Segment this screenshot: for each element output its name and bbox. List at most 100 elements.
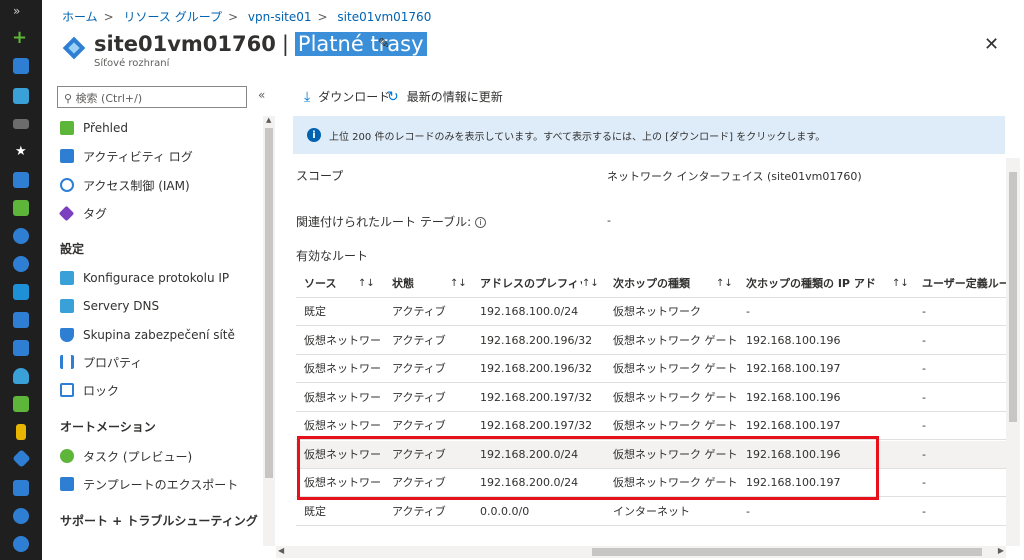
content-horizontal-scrollbar[interactable]: ◀ ▶	[276, 546, 1006, 558]
column-header-next-hop-type[interactable]: 次ホップの種類	[605, 270, 705, 298]
sidebar-item-label: Servery DNS	[83, 299, 160, 313]
lock-icon	[60, 383, 74, 397]
horizontal-scrollbar-thumb[interactable]	[592, 548, 982, 556]
key-vault-icon[interactable]	[16, 424, 26, 440]
cell-source: 既定	[304, 504, 326, 518]
cell-next-hop-ip: 192.168.100.197	[746, 362, 841, 375]
column-header-source[interactable]: ソース	[296, 270, 356, 298]
dashboard-icon[interactable]	[13, 88, 29, 104]
section-automation: オートメーション	[60, 420, 156, 434]
content-vertical-scrollbar[interactable]	[1006, 158, 1020, 546]
table-row[interactable]: 既定 アクティブ 192.168.100.0/24 仮想ネットワーク - -	[296, 298, 1008, 326]
scroll-right-icon[interactable]: ▶	[998, 546, 1004, 555]
search-placeholder: 検索 (Ctrl+/)	[75, 92, 143, 105]
cell-next-hop-ip: 192.168.100.196	[746, 390, 841, 404]
breadcrumb-home[interactable]: ホーム	[62, 10, 98, 24]
sort-icon[interactable]: ↑↓	[716, 270, 733, 298]
sidebar-item-label: テンプレートのエクスポート	[83, 477, 239, 492]
breadcrumb-resource-group[interactable]: vpn-site01	[248, 10, 312, 24]
sidebar-item-dns[interactable]: Servery DNS	[60, 296, 159, 316]
monitor-icon[interactable]	[13, 480, 29, 496]
expand-rail-icon[interactable]: »	[13, 4, 20, 18]
sort-icon[interactable]: ↑↓	[358, 270, 375, 298]
sidebar-item-label: Skupina zabezpečení sítě	[83, 328, 235, 342]
cell-udr: -	[922, 447, 926, 461]
breadcrumb-separator-icon: >	[228, 10, 239, 24]
sidebar-item-tags[interactable]: タグ	[58, 203, 107, 223]
cell-state: アクティブ	[392, 305, 446, 318]
tag-icon	[58, 205, 75, 221]
all-resources-icon[interactable]	[13, 200, 29, 216]
sort-icon[interactable]: ↑↓	[450, 270, 467, 298]
route-table-label-text: 関連付けられたルート テーブル:	[296, 215, 472, 229]
scroll-up-icon[interactable]: ▲	[266, 116, 271, 124]
table-row[interactable]: 既定 アクティブ 0.0.0.0/0 インターネット - -	[296, 498, 1008, 526]
cell-source: 既定	[304, 305, 326, 318]
table-row[interactable]: 仮想ネットワー... アクティブ 192.168.200.196/32 仮想ネットワー…	[296, 355, 1008, 383]
sidebar-item-tasks[interactable]: タスク (プレビュー)	[60, 446, 192, 466]
cell-next-hop-type: 仮想ネットワーク ゲートウ...	[613, 333, 737, 347]
sidebar-item-properties[interactable]: プロパティ	[60, 352, 142, 372]
breadcrumb-separator-icon: >	[103, 10, 114, 24]
sort-icon[interactable]: ↑↓	[892, 270, 909, 298]
help-support-icon[interactable]	[13, 536, 29, 552]
sort-icon[interactable]: ↑↓	[582, 270, 599, 298]
refresh-label: 最新の情報に更新	[406, 90, 503, 104]
cell-address-prefix: 192.168.100.0/24	[480, 305, 579, 318]
content-scrollbar-thumb[interactable]	[1009, 172, 1017, 422]
activity-log-icon	[60, 149, 74, 163]
sidebar-item-locks[interactable]: ロック	[60, 380, 119, 400]
effective-routes-title: 有効なルート	[296, 249, 369, 263]
pin-icon[interactable]: ✎	[378, 36, 390, 52]
iam-icon	[60, 178, 74, 192]
table-row[interactable]: 仮想ネットワー... アクティブ 192.168.200.197/32 仮想ネットワー…	[296, 384, 1008, 412]
all-services-icon[interactable]	[13, 119, 29, 129]
resource-groups-icon[interactable]	[13, 172, 29, 188]
menu-scrollbar-thumb[interactable]	[265, 128, 273, 478]
collapse-menu-icon[interactable]: «	[258, 88, 265, 102]
breadcrumb-separator-icon: >	[317, 10, 328, 24]
table-row[interactable]: 仮想ネットワー... アクティブ 192.168.200.196/32 仮想ネットワー…	[296, 327, 1008, 355]
menu-search-input[interactable]: ⚲ 検索 (Ctrl+/)	[57, 86, 247, 108]
column-header-address-prefix[interactable]: アドレスのプレフィック...	[472, 270, 582, 298]
column-header-udr[interactable]: ユーザー定義ルート...	[914, 270, 1008, 298]
route-table-value: -	[607, 214, 611, 227]
breadcrumb-resource-groups[interactable]: リソース グループ	[124, 10, 223, 24]
cloud-services-icon[interactable]	[13, 368, 29, 384]
refresh-button[interactable]: ↻ 最新の情報に更新	[387, 88, 503, 105]
sidebar-item-iam[interactable]: アクセス制御 (IAM)	[60, 175, 190, 195]
security-center-icon[interactable]	[13, 396, 29, 412]
cell-udr: -	[922, 476, 926, 489]
create-resource-icon[interactable]: +	[12, 27, 27, 48]
virtual-machines-icon[interactable]	[13, 312, 29, 328]
search-icon: ⚲	[64, 92, 76, 105]
sidebar-item-export-template[interactable]: テンプレートのエクスポート	[60, 474, 238, 494]
home-icon[interactable]	[13, 58, 29, 74]
sql-database-icon[interactable]	[13, 340, 29, 356]
cell-next-hop-ip: 192.168.100.196	[746, 333, 841, 347]
sidebar-item-overview[interactable]: Přehled	[60, 118, 128, 138]
cell-next-hop-type: 仮想ネットワーク	[613, 305, 701, 318]
portal-frame: » + ★ ホーム > リソース グループ > vpn-site01 > site01…	[0, 0, 1024, 560]
close-icon[interactable]: ✕	[984, 34, 999, 55]
column-header-state[interactable]: 状態	[384, 270, 444, 298]
advisor-icon[interactable]	[13, 508, 29, 524]
cell-next-hop-type: インターネット	[613, 504, 690, 518]
info-circle-icon[interactable]: i	[475, 217, 487, 228]
app-services-icon[interactable]	[13, 256, 29, 272]
column-header-next-hop-ip[interactable]: 次ホップの種類の IP アドレス	[738, 270, 878, 298]
sidebar-item-label: アクティビティ ログ	[83, 149, 193, 164]
favorites-star-icon[interactable]: ★	[15, 144, 31, 160]
function-app-icon[interactable]	[13, 284, 29, 300]
scroll-left-icon[interactable]: ◀	[278, 546, 284, 555]
sidebar-item-ip-config[interactable]: Konfigurace protokolu IP	[60, 268, 229, 288]
download-button[interactable]: ⤓ ダウンロード	[304, 88, 390, 105]
cell-udr: -	[922, 305, 926, 318]
sidebar-item-nsg[interactable]: Skupina zabezpečení sítě	[60, 325, 235, 345]
azure-ad-icon[interactable]	[12, 449, 31, 468]
breadcrumb-resource[interactable]: site01vm01760	[337, 10, 431, 24]
recent-clock-icon[interactable]	[13, 228, 29, 244]
menu-scrollbar[interactable]: ▲	[263, 116, 275, 546]
sidebar-item-activity-log[interactable]: アクティビティ ログ	[60, 146, 193, 166]
title-separator: |	[281, 32, 289, 56]
